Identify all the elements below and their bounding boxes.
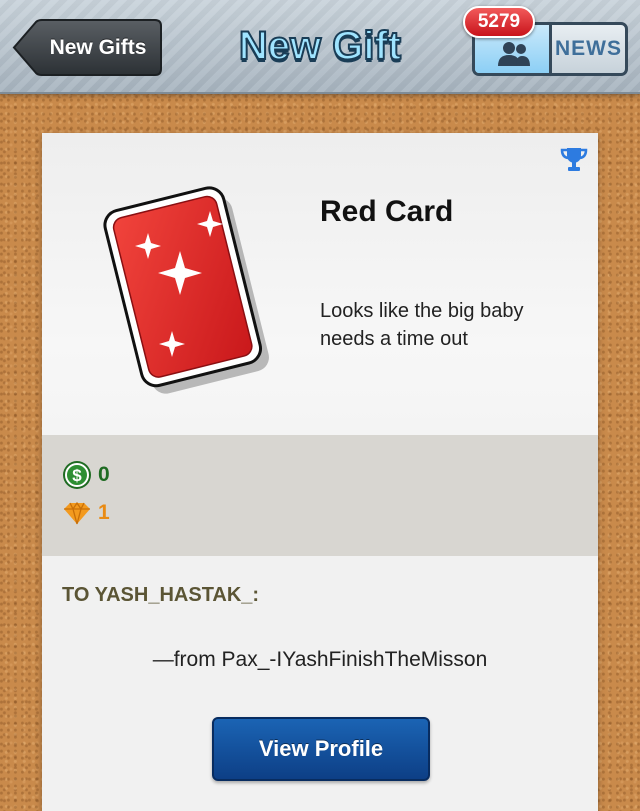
gift-description: Looks like the big baby needs a time out	[320, 300, 524, 350]
gift-details: Red Card Looks like the big baby needs a…	[42, 133, 598, 435]
back-button[interactable]: New Gifts	[12, 19, 162, 76]
page-title: New Gift	[238, 23, 402, 69]
trophy-icon[interactable]	[560, 146, 588, 172]
navigation-bar: New Gifts New Gift NEWS 5279	[0, 0, 640, 94]
gift-card: Red Card Looks like the big baby needs a…	[42, 133, 598, 811]
friends-icon	[498, 42, 530, 66]
sender-line: —from Pax_-IYashFinishTheMisson	[152, 648, 488, 671]
view-profile-button[interactable]: View Profile	[212, 717, 430, 781]
gift-message: TO YASH_HASTAK_: —from Pax_-IYashFinishT…	[42, 556, 598, 811]
gems-value: 1	[98, 501, 110, 524]
news-button[interactable]: NEWS	[552, 25, 625, 73]
back-button-label: New Gifts	[49, 36, 147, 59]
recipient-label: TO YASH_HASTAK_:	[62, 584, 260, 606]
gift-name: Red Card	[320, 195, 454, 228]
notification-badge: 5279	[463, 6, 535, 38]
coin-icon: $	[63, 461, 91, 489]
svg-text:$: $	[72, 466, 82, 485]
gems-stat: 1	[62, 501, 110, 525]
coins-value: 0	[98, 463, 110, 486]
red-card-image	[103, 186, 269, 394]
coins-stat: $ 0	[62, 460, 110, 490]
gift-rewards: $ 0 1	[42, 435, 598, 556]
gem-icon	[64, 501, 90, 525]
